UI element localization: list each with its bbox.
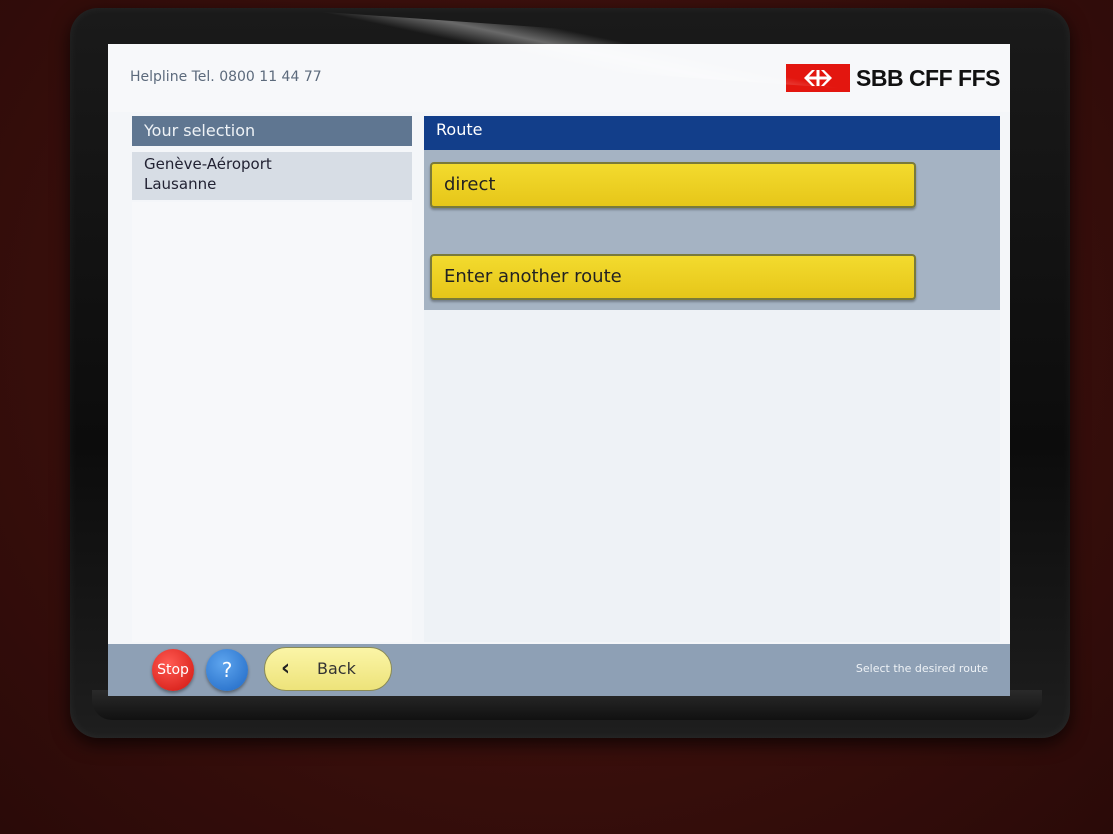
route-options: direct Enter another route bbox=[424, 150, 1000, 310]
left-panel-body bbox=[132, 202, 412, 642]
back-label: Back bbox=[317, 659, 356, 678]
header: Helpline Tel. 0800 11 44 77 SBB CFF FFS bbox=[108, 44, 1010, 112]
enter-another-route-button[interactable]: Enter another route bbox=[430, 254, 916, 300]
route-heading: Route bbox=[424, 116, 1000, 150]
kiosk-screen: Helpline Tel. 0800 11 44 77 SBB CFF FFS … bbox=[108, 44, 1010, 696]
your-selection-heading: Your selection bbox=[132, 116, 412, 146]
status-message: Select the desired route bbox=[855, 662, 988, 675]
sbb-logo-icon bbox=[786, 64, 850, 92]
brand-name: SBB CFF FFS bbox=[856, 64, 1001, 91]
sbb-logo: SBB CFF FFS bbox=[786, 64, 1001, 92]
helpline-text: Helpline Tel. 0800 11 44 77 bbox=[130, 69, 322, 85]
right-panel-body bbox=[424, 310, 1000, 642]
back-button[interactable]: ‹ Back bbox=[264, 647, 392, 691]
selection-list: Genève-Aéroport Lausanne bbox=[132, 152, 412, 200]
selection-item-origin: Genève-Aéroport bbox=[144, 155, 272, 173]
chevron-left-icon: ‹ bbox=[281, 656, 291, 681]
help-button[interactable]: ? bbox=[206, 649, 248, 691]
route-direct-button[interactable]: direct bbox=[430, 162, 916, 208]
selection-item-destination: Lausanne bbox=[144, 175, 217, 193]
stop-button[interactable]: Stop bbox=[152, 649, 194, 691]
